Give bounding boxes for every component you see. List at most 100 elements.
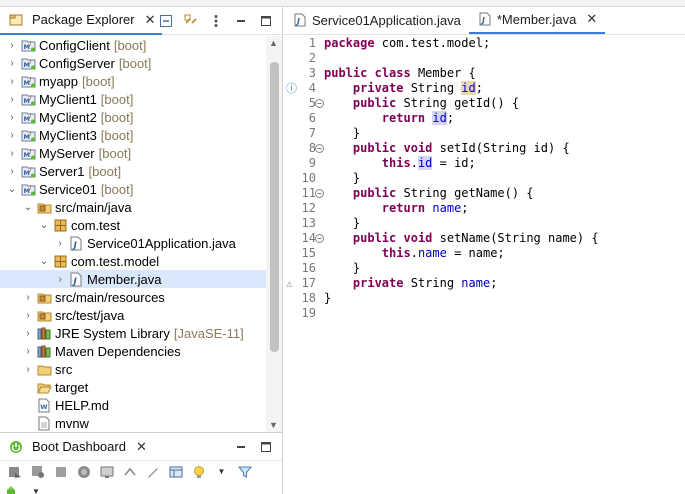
tree-item[interactable]: › M J MyClient3 [boot]: [0, 126, 266, 144]
view-menu-icon[interactable]: [208, 13, 224, 29]
tree-item[interactable]: › JRE System Library [JavaSE-11]: [0, 324, 266, 342]
code-line[interactable]: 17 ⚠ private String name;: [284, 276, 685, 291]
link-with-editor-icon[interactable]: [183, 13, 199, 29]
tree-item[interactable]: › M J ConfigClient [boot]: [0, 36, 266, 54]
code-line[interactable]: 10 }: [284, 171, 685, 186]
code-area[interactable]: 1 package com.test.model; 2 3 public class M…: [284, 36, 685, 494]
code-line[interactable]: 16 }: [284, 261, 685, 276]
code-line[interactable]: 11− public String getName() {: [284, 186, 685, 201]
code-line[interactable]: 4 ⓘ private String id;: [284, 81, 685, 96]
code-line[interactable]: 2: [284, 51, 685, 66]
code-line[interactable]: 15 this.name = name;: [284, 246, 685, 261]
code-line[interactable]: 18}: [284, 291, 685, 306]
chevron-right-icon[interactable]: ›: [22, 292, 34, 303]
chevron-right-icon[interactable]: ›: [6, 148, 18, 159]
deploy-icon[interactable]: [121, 463, 138, 480]
chevron-right-icon[interactable]: ›: [22, 346, 34, 357]
scrollbar-thumb[interactable]: [270, 62, 279, 352]
chevron-right-icon[interactable]: ›: [22, 364, 34, 375]
filter-icon[interactable]: [236, 463, 253, 480]
code-line[interactable]: 7 }: [284, 126, 685, 141]
tree-item[interactable]: › src: [0, 360, 266, 378]
scroll-down-icon[interactable]: ▼: [269, 420, 278, 430]
tree-item[interactable]: ⌄ com.test.model: [0, 252, 266, 270]
chevron-right-icon[interactable]: ›: [6, 40, 18, 51]
maximize-icon[interactable]: [258, 439, 274, 455]
chevron-right-icon[interactable]: ›: [54, 274, 66, 285]
chevron-right-icon[interactable]: ›: [6, 166, 18, 177]
chevron-down-icon[interactable]: ⌄: [38, 256, 50, 267]
boot-dashboard-tab[interactable]: Boot Dashboard ✕: [0, 433, 153, 461]
line-number: 1: [284, 36, 322, 51]
chevron-right-icon[interactable]: ›: [22, 328, 34, 339]
code-line[interactable]: 6 return id;: [284, 111, 685, 126]
code-line[interactable]: 5− public String getId() {: [284, 96, 685, 111]
dropdown-arrow-icon[interactable]: ▼: [213, 463, 230, 480]
tree-item[interactable]: › M J Server1 [boot]: [0, 162, 266, 180]
chevron-right-icon[interactable]: ›: [6, 112, 18, 123]
explorer-scrollbar[interactable]: ▲ ▼: [266, 36, 282, 432]
chevron-right-icon[interactable]: ›: [22, 310, 34, 321]
tree-item[interactable]: › J Service01Application.java: [0, 234, 266, 252]
code-line[interactable]: 1 package com.test.model;: [284, 36, 685, 51]
tree-item[interactable]: › Maven Dependencies: [0, 342, 266, 360]
lightbulb-icon[interactable]: [190, 463, 207, 480]
tab-member[interactable]: J *Member.java ✕: [468, 6, 606, 34]
open-browser-icon[interactable]: [75, 463, 92, 480]
scroll-up-icon[interactable]: ▲: [269, 38, 278, 48]
tree-item[interactable]: › src/test/java: [0, 306, 266, 324]
tree-item[interactable]: › M Jmyapp [boot]: [0, 72, 266, 90]
tree-item[interactable]: W HELP.md: [0, 396, 266, 414]
tree-item[interactable]: › M J ConfigServer [boot]: [0, 54, 266, 72]
fold-collapse-icon[interactable]: −: [315, 189, 324, 198]
menu-dropdown-icon[interactable]: ▼: [28, 483, 44, 494]
tree-item[interactable]: › src/main/resources: [0, 288, 266, 306]
tab-service01application[interactable]: J Service01Application.java: [284, 6, 469, 34]
tree-item[interactable]: ⌄ com.test: [0, 216, 266, 234]
close-icon[interactable]: ✕: [586, 11, 597, 27]
chevron-right-icon[interactable]: ›: [6, 76, 18, 87]
fold-collapse-icon[interactable]: −: [315, 99, 324, 108]
chevron-right-icon[interactable]: ›: [6, 130, 18, 141]
chevron-down-icon[interactable]: ⌄: [6, 184, 18, 195]
start-icon[interactable]: [6, 463, 23, 480]
code-line[interactable]: 9 this.id = id;: [284, 156, 685, 171]
tree-item[interactable]: target: [0, 378, 266, 396]
fold-collapse-icon[interactable]: −: [315, 234, 324, 243]
tree-item[interactable]: › M J MyServer [boot]: [0, 144, 266, 162]
code-line[interactable]: 19: [284, 306, 685, 321]
chevron-down-icon[interactable]: ⌄: [38, 220, 50, 231]
tree-item[interactable]: › J Member.java: [0, 270, 266, 288]
stop-icon[interactable]: [52, 463, 69, 480]
tree-item[interactable]: ⌄ M J Service01 [boot]: [0, 180, 266, 198]
minimize-icon[interactable]: [233, 439, 249, 455]
code-line[interactable]: 14− public void setName(String name) {: [284, 231, 685, 246]
console-icon[interactable]: [98, 463, 115, 480]
fold-collapse-icon[interactable]: −: [315, 144, 324, 153]
tree-item[interactable]: ⌄ src/main/java: [0, 198, 266, 216]
tree-item[interactable]: › M J MyClient1 [boot]: [0, 90, 266, 108]
code-line[interactable]: 3 public class Member {: [284, 66, 685, 81]
maximize-icon[interactable]: [258, 13, 274, 29]
boot-dashboard-toolbar-row2: ▼: [4, 483, 44, 494]
chevron-right-icon[interactable]: ›: [54, 238, 66, 249]
edit-icon[interactable]: [144, 463, 161, 480]
close-icon[interactable]: ✕: [136, 439, 147, 455]
new-spring-icon[interactable]: [4, 483, 20, 494]
chevron-right-icon[interactable]: ›: [6, 58, 18, 69]
warning-icon[interactable]: ⚠: [286, 276, 293, 291]
debug-icon[interactable]: [29, 463, 46, 480]
close-icon[interactable]: ✕: [145, 12, 156, 28]
chevron-right-icon[interactable]: ›: [6, 94, 18, 105]
properties-icon[interactable]: [167, 463, 184, 480]
tree-item[interactable]: › M J MyClient2 [boot]: [0, 108, 266, 126]
code-line[interactable]: 12 return name;: [284, 201, 685, 216]
package-explorer-tab[interactable]: Package Explorer ✕: [0, 7, 162, 35]
info-marker-icon[interactable]: ⓘ: [286, 81, 297, 96]
tree-item[interactable]: mvnw: [0, 414, 266, 432]
minimize-icon[interactable]: [233, 13, 249, 29]
code-line[interactable]: 8− public void setId(String id) {: [284, 141, 685, 156]
collapse-all-icon[interactable]: [158, 13, 174, 29]
chevron-down-icon[interactable]: ⌄: [22, 202, 34, 213]
code-line[interactable]: 13 }: [284, 216, 685, 231]
